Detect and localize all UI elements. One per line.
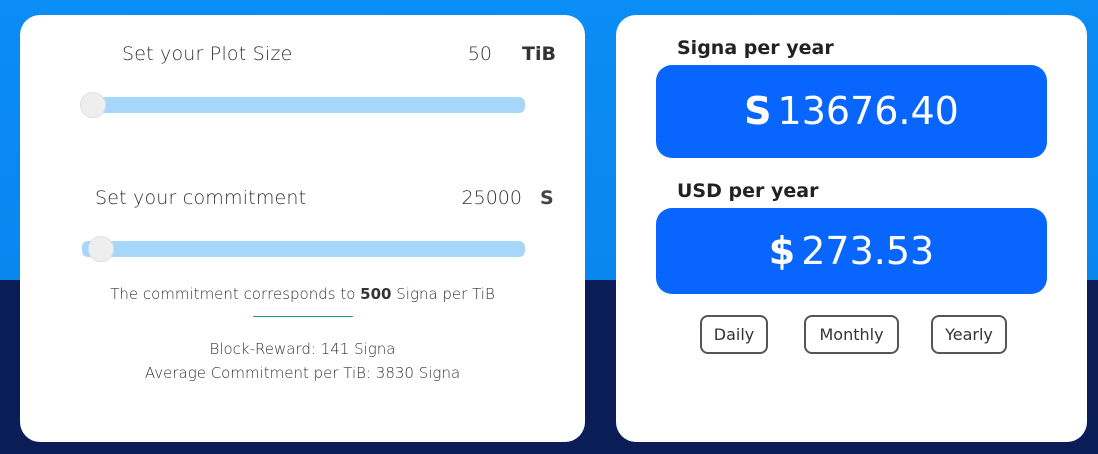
commitment-label: Set your commitment [95, 187, 307, 209]
divider [253, 316, 353, 317]
usd-per-year-value: 273.53 [801, 229, 935, 273]
usd-per-year-box: $273.53 [656, 208, 1047, 294]
usd-per-year-heading: USD per year [677, 180, 819, 202]
signa-per-year-box: S 13676.40 [656, 65, 1047, 158]
commitment-slider[interactable] [82, 241, 525, 257]
commitment-note: The commitment corresponds to 500 Signa … [110, 285, 495, 303]
plot-size-slider[interactable] [82, 97, 525, 113]
commitment-value[interactable]: 25000 [440, 187, 522, 209]
calculator-result-card: Signa per year S 13676.40 USD per year $2… [616, 15, 1087, 442]
plot-size-value[interactable]: 50 [440, 43, 492, 65]
signa-icon: S [744, 89, 772, 133]
signa-per-year-heading: Signa per year [677, 37, 834, 59]
dollar-icon: $ [768, 229, 796, 273]
average-commitment-text: Average Commitment per TiB: 3830 Signa [144, 364, 461, 382]
commitment-slider-thumb[interactable] [87, 236, 114, 262]
plot-size-slider-thumb[interactable] [80, 92, 106, 118]
commitment-per-tib-amount: 500 [360, 285, 392, 303]
monthly-button[interactable]: Monthly [804, 315, 899, 354]
plot-size-unit: TiB [522, 43, 556, 65]
yearly-button[interactable]: Yearly [931, 315, 1007, 354]
plot-size-label: Set your Plot Size [122, 43, 293, 65]
signa-icon: S [540, 187, 554, 209]
daily-button[interactable]: Daily [700, 315, 768, 354]
block-reward-text: Block-Reward: 141 Signa [209, 340, 396, 358]
calculator-input-card: Set your Plot Size 50 TiB Set your commi… [20, 15, 585, 442]
signa-per-year-value: 13676.40 [777, 89, 959, 133]
